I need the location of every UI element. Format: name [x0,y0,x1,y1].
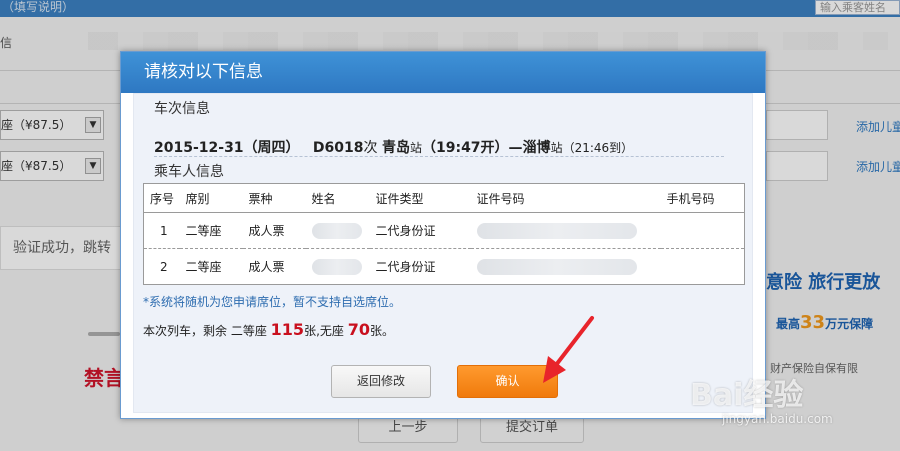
train-info-line: 2015-12-31（周四） D6018次 青岛站（19:47开）—淄博站（21… [154,137,633,157]
confirm-button[interactable]: 确认 [457,365,558,398]
ticket-type: 成人票 [242,212,306,249]
dialog-title: 请核对以下信息 [121,52,765,93]
station-suffix: 站 [550,141,563,155]
table-row: 1 二等座 成人票 二代身份证 [143,212,745,249]
id-type: 二代身份证 [375,260,436,274]
col-header: 证件号码 [470,183,661,213]
travel-date: 2015-12-31（周四） [154,140,300,156]
phone-number [661,249,745,285]
train-number: D6018 [312,140,364,156]
train-number-suffix: 次 [363,140,378,156]
col-header: 席别 [179,183,243,213]
passenger-name-redacted [305,212,370,249]
passenger-info-heading: 乘车人信息 [154,164,224,180]
remain-mid: 张,无座 [304,324,344,338]
remain-suffix: 张。 [369,324,394,338]
passenger-name-redacted [306,249,370,285]
seat-class: 二等座 [185,260,222,274]
id-type: 二代身份证 [369,212,471,249]
col-header: 姓名 [305,183,370,213]
remain-second-class-count: 115 [270,320,305,339]
watermark-url: jingyan.baidu.com [722,412,833,426]
departure-time: （19:47开）— [421,140,523,156]
col-header: 票种 [242,183,306,213]
train-info-heading: 车次信息 [154,101,210,117]
col-header: 证件类型 [369,183,471,213]
col-header: 手机号码 [660,183,745,213]
passenger-table: 序号 席别 票种 姓名 证件类型 证件号码 手机号码 1 二等座 成人票 二代身… [143,183,745,285]
seat-assignment-note: *系统将随机为您申请席位，暂不支持自选席位。 [143,295,402,309]
section-divider [154,156,724,157]
arrival-station: 淄博 [522,140,551,156]
station-suffix: 站 [409,141,422,155]
id-number-redacted [470,212,661,249]
phone-number [660,212,745,249]
departure-station: 青岛 [381,140,410,156]
id-number-redacted [471,249,661,285]
row-number: 1 [143,212,180,249]
remaining-tickets: 本次列车，剩余 二等座 115张,无座 70张。 [143,320,394,339]
arrival-time: （21:46到） [562,141,634,155]
remain-prefix: 本次列车，剩余 二等座 [143,324,267,338]
seat-class: 二等座 [179,212,243,249]
baidu-watermark: Bai经验 [690,378,804,413]
table-header-row: 序号 席别 票种 姓名 证件类型 证件号码 手机号码 [143,183,745,213]
remain-standing-count: 70 [347,320,370,339]
ticket-type: 成人票 [248,260,285,274]
confirm-dialog: 请核对以下信息 车次信息 2015-12-31（周四） D6018次 青岛站（1… [120,51,766,419]
table-row: 2 二等座 成人票 二代身份证 [144,249,745,285]
back-to-edit-button[interactable]: 返回修改 [331,365,431,398]
row-number: 2 [160,259,168,274]
col-header: 序号 [143,183,180,213]
